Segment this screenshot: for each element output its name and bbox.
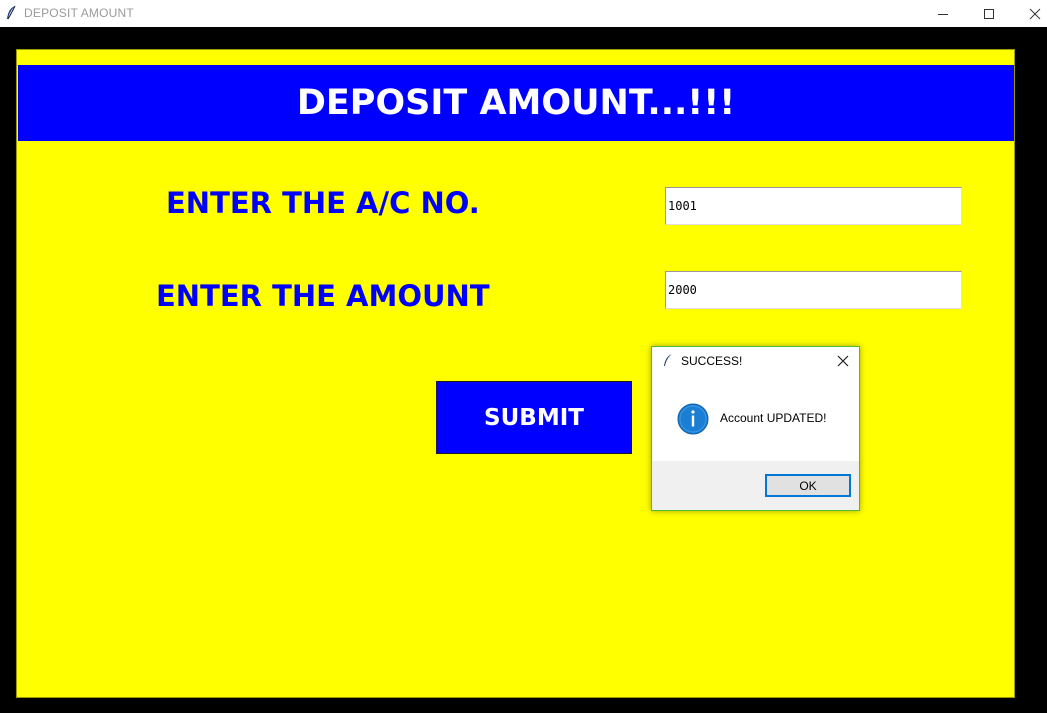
main-window: DEPOSIT AMOUNT DEPOSIT AMOUNT...!!! ENTE…: [0, 0, 1047, 713]
dialog-footer: OK: [652, 461, 859, 510]
minimize-icon[interactable]: [920, 0, 966, 27]
success-dialog: SUCCESS! Account UPDATED! OK: [651, 346, 860, 511]
info-icon: [677, 403, 709, 435]
dialog-title: SUCCESS!: [681, 354, 743, 368]
feather-icon: [663, 353, 673, 368]
feather-icon: [5, 5, 17, 21]
amount-label: ENTER THE AMOUNT: [156, 279, 490, 313]
maximize-icon[interactable]: [966, 0, 1012, 27]
submit-button[interactable]: SUBMIT: [436, 381, 632, 454]
close-icon[interactable]: [835, 353, 851, 369]
window-title: DEPOSIT AMOUNT: [24, 6, 134, 20]
dialog-message: Account UPDATED!: [720, 411, 827, 425]
dialog-title-bar[interactable]: SUCCESS!: [652, 347, 859, 375]
account-number-input[interactable]: 1001: [665, 187, 962, 225]
header-banner: DEPOSIT AMOUNT...!!!: [18, 65, 1014, 141]
ok-button[interactable]: OK: [765, 474, 851, 497]
close-icon[interactable]: [1012, 0, 1047, 27]
amount-input[interactable]: 2000: [665, 271, 962, 309]
deposit-form-frame: DEPOSIT AMOUNT...!!! ENTER THE A/C NO. 1…: [16, 49, 1015, 698]
account-number-label: ENTER THE A/C NO.: [166, 186, 480, 220]
title-bar[interactable]: DEPOSIT AMOUNT: [0, 0, 1047, 27]
page-title: DEPOSIT AMOUNT...!!!: [296, 83, 736, 123]
